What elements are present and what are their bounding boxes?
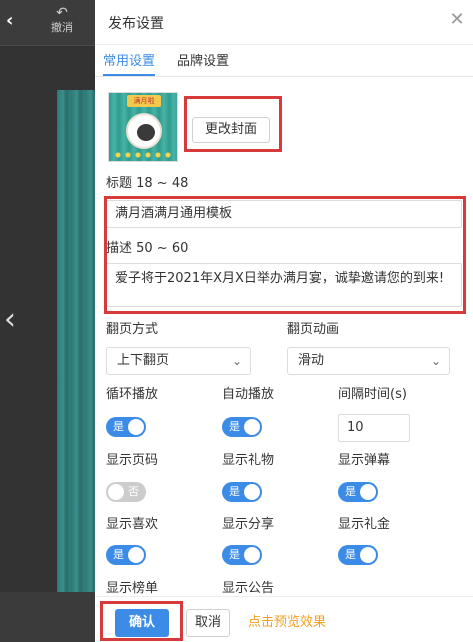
show-like-toggle-state: 是 bbox=[113, 548, 124, 561]
show-gift-toggle-state: 是 bbox=[229, 485, 240, 498]
dialog-title: 发布设置 bbox=[108, 16, 164, 32]
toggle-knob bbox=[360, 547, 376, 563]
cover-decoration bbox=[113, 151, 175, 159]
loop-label: 循环播放 bbox=[106, 387, 159, 402]
show-page-label: 显示页码 bbox=[106, 453, 159, 468]
tab-common-settings[interactable]: 常用设置 bbox=[103, 52, 155, 72]
chevron-left-icon[interactable]: ‹ bbox=[6, 11, 24, 31]
show-gift-money-toggle-state: 是 bbox=[345, 548, 356, 561]
loop-toggle[interactable]: 是 bbox=[106, 417, 146, 437]
cover-ribbon: 满月啦 bbox=[127, 95, 161, 107]
cover-thumbnail: 满月啦 bbox=[108, 92, 178, 162]
flip-mode-label: 翻页方式 bbox=[106, 322, 159, 337]
show-share-toggle-state: 是 bbox=[229, 548, 240, 561]
show-page-toggle[interactable]: 否 bbox=[106, 482, 146, 502]
autoplay-toggle-state: 是 bbox=[229, 420, 240, 433]
flip-anim-value: 滑动 bbox=[298, 353, 325, 368]
undo-label: 撤消 bbox=[51, 21, 73, 34]
show-like-label: 显示喜欢 bbox=[106, 517, 159, 532]
cover-portrait bbox=[126, 113, 162, 149]
autoplay-toggle[interactable]: 是 bbox=[222, 417, 262, 437]
autoplay-label: 自动播放 bbox=[222, 387, 275, 402]
page-preview-strip bbox=[57, 90, 95, 593]
preview-link[interactable]: 点击预览效果 bbox=[248, 613, 326, 633]
show-gift-label: 显示礼物 bbox=[222, 453, 275, 468]
show-danmu-toggle-state: 是 bbox=[345, 485, 356, 498]
flip-anim-label: 翻页动画 bbox=[287, 322, 340, 337]
flip-mode-select[interactable]: 上下翻页 ⌄ bbox=[106, 347, 251, 375]
show-gift-toggle[interactable]: 是 bbox=[222, 482, 262, 502]
highlight-box-confirm bbox=[100, 601, 183, 641]
show-gift-money-label: 显示礼金 bbox=[338, 517, 391, 532]
dialog-footer: 确认 取消 点击预览效果 bbox=[95, 596, 473, 642]
tab-brand-settings[interactable]: 品牌设置 bbox=[177, 52, 229, 72]
publish-settings-dialog: 发布设置 ✕ 常用设置 品牌设置 满月啦 更改封面 标题 18 ~ 48 满月酒… bbox=[95, 0, 473, 642]
tabs-divider bbox=[95, 76, 473, 77]
flip-mode-value: 上下翻页 bbox=[117, 353, 170, 368]
flip-anim-select[interactable]: 滑动 ⌄ bbox=[287, 347, 450, 375]
show-danmu-toggle[interactable]: 是 bbox=[338, 482, 378, 502]
loop-toggle-state: 是 bbox=[113, 420, 124, 433]
highlight-box-fields bbox=[104, 196, 466, 314]
toggle-knob bbox=[244, 484, 260, 500]
toggle-knob bbox=[128, 547, 144, 563]
toggle-knob bbox=[244, 419, 260, 435]
interval-label: 间隔时间(s) bbox=[338, 387, 407, 402]
show-danmu-label: 显示弹幕 bbox=[338, 453, 391, 468]
prev-page-icon[interactable]: ‹ bbox=[4, 305, 16, 335]
toggle-knob bbox=[360, 484, 376, 500]
close-icon[interactable]: ✕ bbox=[447, 10, 467, 30]
show-page-toggle-state: 否 bbox=[128, 485, 139, 498]
title-divider bbox=[95, 44, 473, 45]
show-like-toggle[interactable]: 是 bbox=[106, 545, 146, 565]
show-share-toggle[interactable]: 是 bbox=[222, 545, 262, 565]
undo-icon: ↶ bbox=[56, 5, 68, 21]
chevron-down-icon: ⌄ bbox=[231, 354, 242, 368]
toggle-knob bbox=[108, 484, 124, 500]
chevron-down-icon: ⌄ bbox=[430, 354, 441, 368]
undo-button[interactable]: ↶ 撤消 bbox=[47, 6, 77, 35]
interval-input[interactable]: 10 bbox=[338, 414, 410, 442]
cancel-button[interactable]: 取消 bbox=[186, 609, 230, 637]
toggle-knob bbox=[128, 419, 144, 435]
toggle-knob bbox=[244, 547, 260, 563]
monkey-image bbox=[137, 124, 155, 141]
highlight-box-cover bbox=[184, 96, 282, 152]
editor-bottom-bar bbox=[0, 592, 95, 642]
show-gift-money-toggle[interactable]: 是 bbox=[338, 545, 378, 565]
title-label: 标题 18 ~ 48 bbox=[106, 176, 189, 191]
show-share-label: 显示分享 bbox=[222, 517, 275, 532]
